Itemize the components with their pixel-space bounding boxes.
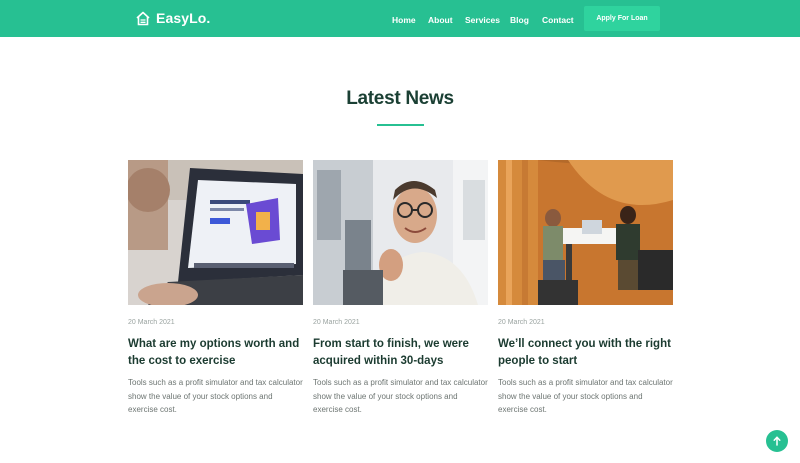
meeting-booth-photo[interactable] xyxy=(498,160,673,305)
laptop-photo[interactable] xyxy=(128,160,303,305)
card-title[interactable]: We’ll connect you with the right people … xyxy=(498,336,673,370)
arrow-up-icon xyxy=(773,436,781,446)
nav-about[interactable]: About xyxy=(428,15,453,25)
nav-services[interactable]: Services xyxy=(465,15,500,25)
nav-blog[interactable]: Blog xyxy=(510,15,529,25)
brand-name: EasyLo. xyxy=(156,10,211,26)
news-card[interactable]: 20 March 2021 What are my options worth … xyxy=(128,160,303,417)
card-date: 20 March 2021 xyxy=(128,319,175,326)
title-underline xyxy=(377,124,424,126)
brand-logo[interactable]: EasyLo. xyxy=(136,10,210,26)
news-card[interactable]: 20 March 2021 From start to finish, we w… xyxy=(313,160,488,417)
card-excerpt: Tools such as a profit simulator and tax… xyxy=(498,378,673,414)
card-title[interactable]: What are my options worth and the cost t… xyxy=(128,336,303,370)
news-card[interactable]: 20 March 2021 We’ll connect you with the… xyxy=(498,160,673,417)
site-header: EasyLo. Home About Services Blog Contact… xyxy=(0,0,800,37)
card-date: 20 March 2021 xyxy=(313,319,360,326)
card-date: 20 March 2021 xyxy=(498,319,545,326)
apply-for-loan-button[interactable]: Apply For Loan xyxy=(584,6,660,31)
smiling-man-photo[interactable] xyxy=(313,160,488,305)
back-to-top-button[interactable] xyxy=(766,430,788,452)
nav-home[interactable]: Home xyxy=(392,15,416,25)
nav-contact[interactable]: Contact xyxy=(542,15,574,25)
section-title: Latest News xyxy=(346,88,454,109)
card-excerpt: Tools such as a profit simulator and tax… xyxy=(313,378,488,414)
card-excerpt: Tools such as a profit simulator and tax… xyxy=(128,378,303,414)
card-title[interactable]: From start to finish, we were acquired w… xyxy=(313,336,488,370)
house-icon xyxy=(136,11,150,25)
